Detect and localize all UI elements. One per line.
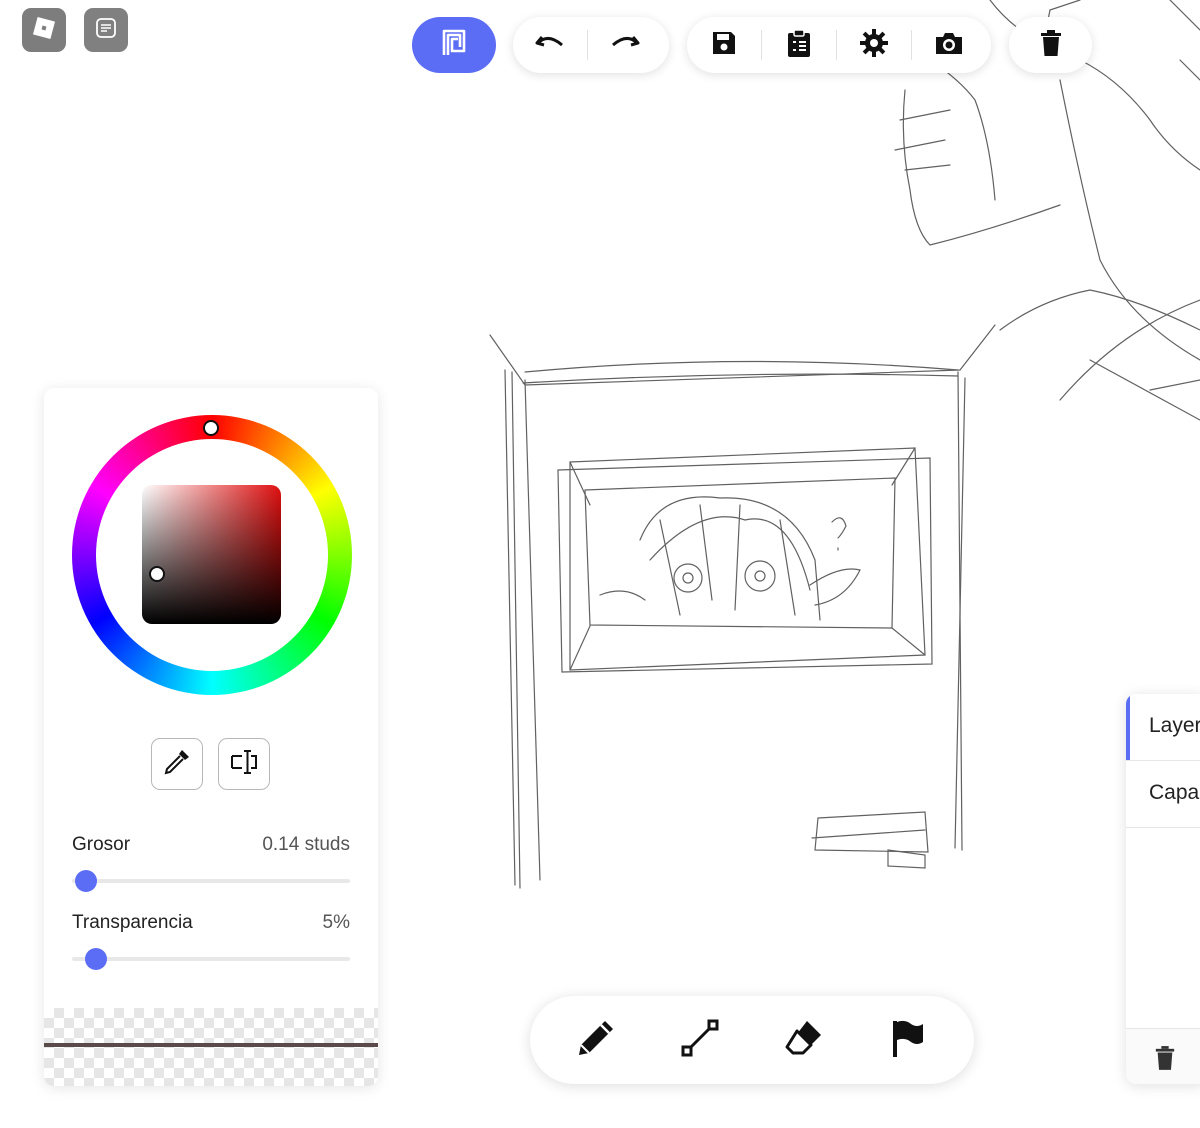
undo-icon: [534, 29, 566, 62]
transparency-value: 5%: [322, 912, 350, 933]
history-toolbar: [513, 17, 669, 73]
layer-item-label: Capa: [1149, 781, 1200, 804]
transparency-slider[interactable]: [72, 948, 350, 970]
eraser-tool-button[interactable]: [764, 1000, 844, 1080]
redo-button[interactable]: [588, 17, 662, 73]
roblox-menu-button[interactable]: [22, 8, 66, 52]
trash-icon[interactable]: [1154, 1045, 1176, 1076]
pencil-icon: [575, 1017, 617, 1064]
chat-button[interactable]: [84, 8, 128, 52]
trash-icon: [1039, 29, 1063, 62]
thickness-slider-thumb[interactable]: [74, 870, 97, 892]
thickness-slider[interactable]: [72, 870, 350, 892]
saturation-value-picker[interactable]: [142, 485, 281, 624]
camera-icon: [934, 30, 964, 61]
thickness-label: Grosor: [72, 834, 131, 855]
clipboard-button[interactable]: [762, 17, 836, 73]
layer-item[interactable]: Capa: [1126, 761, 1200, 828]
redo-icon: [609, 29, 641, 62]
eyedropper-icon: [162, 747, 192, 782]
screenshot-button[interactable]: [912, 17, 986, 73]
chat-icon: [93, 15, 119, 46]
line-icon: [679, 1017, 721, 1064]
file-toolbar: [687, 17, 991, 73]
clipboard-list-icon: [785, 28, 813, 63]
flag-tool-button[interactable]: [868, 1000, 948, 1080]
canvas-logo-icon: [438, 27, 470, 64]
settings-button[interactable]: [837, 17, 911, 73]
layers-footer: [1126, 1028, 1200, 1084]
text-cursor-icon: [229, 747, 259, 782]
text-cursor-button[interactable]: [218, 738, 270, 790]
thickness-value: 0.14 studs: [262, 834, 350, 855]
stroke-preview-line: [44, 1043, 378, 1047]
layers-panel: Layer Capa: [1126, 694, 1200, 1084]
saturation-value-knob[interactable]: [149, 566, 165, 582]
gear-icon: [859, 28, 889, 63]
line-tool-button[interactable]: [660, 1000, 740, 1080]
save-icon: [710, 29, 738, 62]
layer-item[interactable]: Layer: [1126, 694, 1200, 761]
roblox-logo-icon: [31, 15, 57, 46]
eyedropper-button[interactable]: [151, 738, 203, 790]
transparency-slider-thumb[interactable]: [84, 948, 107, 970]
pencil-tool-button[interactable]: [556, 1000, 636, 1080]
flag-icon: [887, 1017, 929, 1064]
eraser-icon: [783, 1017, 825, 1064]
color-panel: Grosor 0.14 studs Transparencia 5%: [44, 388, 378, 1086]
save-button[interactable]: [687, 17, 761, 73]
clear-canvas-button[interactable]: [1009, 17, 1092, 73]
stroke-preview: [44, 1008, 378, 1086]
layer-item-label: Layer: [1149, 714, 1200, 737]
hue-knob[interactable]: [203, 420, 219, 436]
app-menu-button[interactable]: [412, 17, 496, 73]
drawing-tools-bar: [530, 996, 974, 1084]
transparency-label: Transparencia: [72, 912, 193, 933]
undo-button[interactable]: [513, 17, 587, 73]
